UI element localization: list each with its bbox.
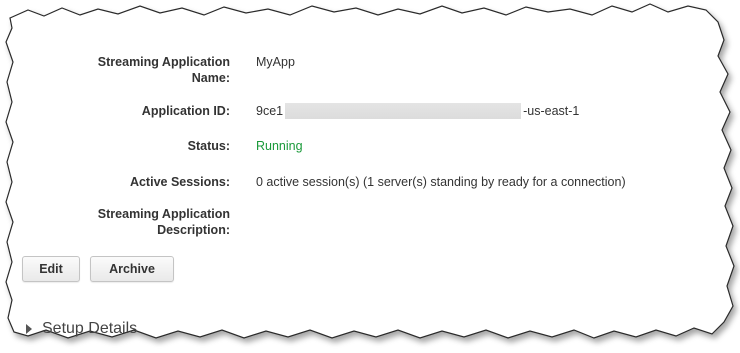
redacted-id-block bbox=[285, 103, 522, 119]
field-row-description: Streaming Application Description: bbox=[20, 206, 256, 238]
field-row-sessions: Active Sessions: 0 active session(s) (1 … bbox=[20, 174, 626, 190]
field-row-appid: Application ID: 9ce1 -us-east-1 bbox=[20, 103, 579, 119]
setup-details-section-toggle[interactable]: Setup Details bbox=[26, 320, 137, 338]
name-label-line2: Name: bbox=[191, 71, 230, 85]
expand-triangle-icon bbox=[26, 324, 32, 334]
application-id-value: 9ce1 -us-east-1 bbox=[256, 103, 579, 119]
application-id-suffix: -us-east-1 bbox=[523, 104, 580, 118]
desc-label-line1: Streaming Application bbox=[97, 207, 230, 221]
name-label-line1: Streaming Application bbox=[97, 55, 230, 69]
application-name-value: MyApp bbox=[256, 55, 295, 69]
archive-button[interactable]: Archive bbox=[90, 256, 174, 282]
desc-label-line2: Description: bbox=[157, 223, 230, 237]
edit-button[interactable]: Edit bbox=[22, 256, 80, 282]
setup-details-label: Setup Details bbox=[42, 320, 138, 337]
field-label-name: Streaming Application Name: bbox=[20, 54, 230, 86]
application-id-prefix: 9ce1 bbox=[256, 104, 284, 118]
screenshot-stage: Streaming Application Name: MyApp Applic… bbox=[0, 0, 740, 353]
active-sessions-value: 0 active session(s) (1 server(s) standin… bbox=[256, 175, 626, 189]
application-details-panel: Streaming Application Name: MyApp Applic… bbox=[20, 28, 710, 338]
field-label-appid: Application ID: bbox=[141, 104, 230, 118]
field-row-name: Streaming Application Name: MyApp bbox=[20, 54, 295, 86]
field-label-status: Status: bbox=[187, 139, 230, 153]
field-label-description: Streaming Application Description: bbox=[20, 206, 230, 238]
field-row-status: Status: Running bbox=[20, 138, 303, 154]
field-label-sessions: Active Sessions: bbox=[129, 175, 230, 189]
status-value: Running bbox=[256, 139, 303, 153]
